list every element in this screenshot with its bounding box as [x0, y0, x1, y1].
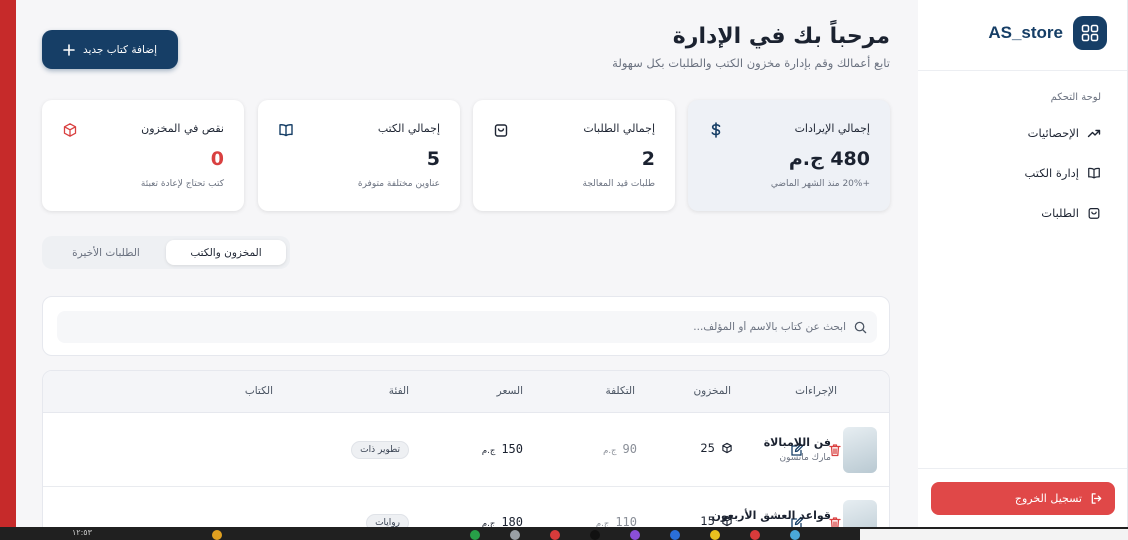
price-cell: 180 ج.م — [482, 515, 523, 527]
col-stock: المخزون — [693, 385, 731, 397]
stat-label: إجمالي الكتب — [377, 122, 440, 135]
stat-note: +20% منذ الشهر الماضي — [770, 179, 870, 189]
app-window: مرحباً بك في الإدارة تابع أعمالك وقم بإد… — [0, 0, 1128, 527]
stat-note: طلبات قيد المعالجة — [582, 179, 655, 189]
stat-value: 5 — [426, 148, 440, 170]
logout-label: تسجيل الخروج — [1014, 492, 1082, 505]
tab-inventory[interactable]: المخزون والكتب — [166, 240, 286, 265]
sidebar-item-label: إدارة الكتب — [1024, 166, 1079, 180]
search-card — [42, 296, 890, 356]
price-value: 180 — [501, 515, 523, 527]
price-cell: 150 ج.م — [482, 442, 523, 456]
book-open-icon — [1088, 167, 1100, 179]
package-icon — [63, 123, 77, 137]
brand-name: AS_store — [988, 23, 1063, 42]
grid-logo-icon — [1073, 16, 1107, 50]
stock-value: 25 — [700, 441, 715, 455]
dollar-icon — [711, 122, 721, 138]
sidebar: AS_store لوحة التحكم الإحصائيات إدارة ال… — [918, 0, 1128, 527]
stat-card-low-stock: نقص في المخزون 0 كتب تحتاج لإعادة تعبئة — [42, 100, 244, 211]
cost-cell: 90 ج.م — [603, 442, 637, 456]
sidebar-section-label: لوحة التحكم — [1050, 92, 1101, 103]
taskbar-app-icon[interactable] — [550, 530, 560, 540]
stat-card-books: إجمالي الكتب 5 عناوين مختلفة متوفرة — [258, 100, 460, 211]
books-table: الإجراءات المخزون التكلفة السعر الفئة ال… — [42, 370, 890, 527]
taskbar-app-icon[interactable] — [670, 530, 680, 540]
book-cover — [843, 427, 877, 473]
sidebar-item-label: الإحصائيات — [1027, 126, 1079, 140]
sidebar-item-orders[interactable]: الطلبات — [1041, 206, 1101, 220]
taskbar-app-icon[interactable] — [790, 530, 800, 540]
page-subtitle: تابع أعمالك وقم بإدارة مخزون الكتب والطل… — [612, 56, 890, 70]
search-input[interactable] — [57, 321, 846, 333]
logout-icon — [1091, 493, 1102, 504]
category-badge: تطوير ذات — [351, 441, 409, 459]
table-header: الإجراءات المخزون التكلفة السعر الفئة ال… — [43, 371, 889, 413]
cost-currency: ج.م — [595, 519, 610, 527]
os-taskbar: ١٢:٥٣ — [0, 527, 1128, 540]
cost-cell: 110 ج.م — [596, 515, 637, 527]
table-row[interactable]: 15 110 ج.م 180 ج.م روايات قواعد العشق ال… — [43, 487, 889, 527]
book-cover — [843, 500, 877, 527]
shopping-bag-icon — [1088, 208, 1100, 219]
stock-cell: 25 — [700, 441, 733, 455]
taskbar-app-icon[interactable] — [750, 530, 760, 540]
taskbar-app-icon[interactable] — [470, 530, 480, 540]
cost-currency: ج.م — [603, 446, 617, 456]
logout-button[interactable]: تسجيل الخروج — [931, 482, 1115, 515]
brand[interactable]: AS_store — [988, 16, 1107, 50]
main-content: مرحباً بك في الإدارة تابع أعمالك وقم بإد… — [16, 0, 918, 527]
search-icon — [854, 321, 867, 333]
price-currency: ج.م — [481, 446, 496, 456]
col-cost: التكلفة — [605, 385, 635, 397]
add-book-button[interactable]: إضافة كتاب جديد — [42, 30, 178, 69]
stat-value: 2 — [641, 148, 655, 170]
col-book: الكتاب — [244, 385, 273, 397]
sidebar-item-stats[interactable]: الإحصائيات — [1028, 126, 1101, 140]
add-book-label: إضافة كتاب جديد — [82, 43, 158, 56]
stat-label: إجمالي الطلبات — [583, 122, 655, 135]
notification-strip — [860, 529, 1128, 540]
stat-card-orders: إجمالي الطلبات 2 طلبات قيد المعالجة — [473, 100, 675, 211]
shopping-bag-icon — [494, 124, 508, 137]
page-title: مرحباً بك في الإدارة — [672, 24, 890, 49]
sidebar-divider — [918, 70, 1127, 71]
book-author: مارك مانسون — [779, 453, 831, 463]
cost-value: 90 — [622, 442, 637, 456]
sidebar-item-books[interactable]: إدارة الكتب — [1024, 166, 1101, 180]
col-price: السعر — [496, 385, 523, 397]
col-actions: الإجراءات — [795, 385, 837, 397]
stat-label: إجمالي الإيرادات — [794, 122, 870, 135]
tab-recent-orders[interactable]: الطلبات الأخيرة — [46, 240, 166, 265]
taskbar-app-icon[interactable] — [590, 530, 600, 540]
taskbar-app-icon[interactable] — [212, 530, 222, 540]
taskbar-app-icon[interactable] — [510, 530, 520, 540]
stat-note: عناوين مختلفة متوفرة — [357, 179, 440, 189]
book-title: قواعد العشق الأربعون — [711, 509, 831, 522]
view-tabs: المخزون والكتب الطلبات الأخيرة — [42, 236, 290, 269]
book-title: فن اللامبالاة — [763, 436, 831, 449]
book-open-icon — [279, 124, 293, 137]
category-badge: روايات — [366, 514, 409, 527]
cost-value: 110 — [615, 515, 637, 527]
search-box — [57, 311, 877, 343]
stat-note: كتب تحتاج لإعادة تعبئة — [140, 179, 224, 189]
sidebar-item-label: الطلبات — [1041, 206, 1079, 220]
table-row[interactable]: 25 90 ج.م 150 ج.م تطوير ذات فن اللامبالا… — [43, 413, 889, 487]
plus-icon — [63, 43, 75, 56]
stat-card-revenue: إجمالي الإيرادات 480 ج.م +20% منذ الشهر … — [688, 100, 890, 211]
stat-value: 0 — [210, 148, 224, 170]
sidebar-bottom-divider — [918, 468, 1127, 469]
stat-value: 480 ج.م — [788, 148, 870, 170]
trend-up-icon — [1087, 129, 1101, 138]
taskbar-app-icon[interactable] — [710, 530, 720, 540]
price-value: 150 — [501, 442, 523, 456]
col-category: الفئة — [388, 385, 409, 397]
taskbar-app-icon[interactable] — [630, 530, 640, 540]
taskbar-clock: ١٢:٥٣ — [72, 528, 92, 537]
package-icon — [722, 442, 732, 454]
stat-label: نقص في المخزون — [141, 122, 224, 135]
price-currency: ج.م — [481, 519, 496, 527]
